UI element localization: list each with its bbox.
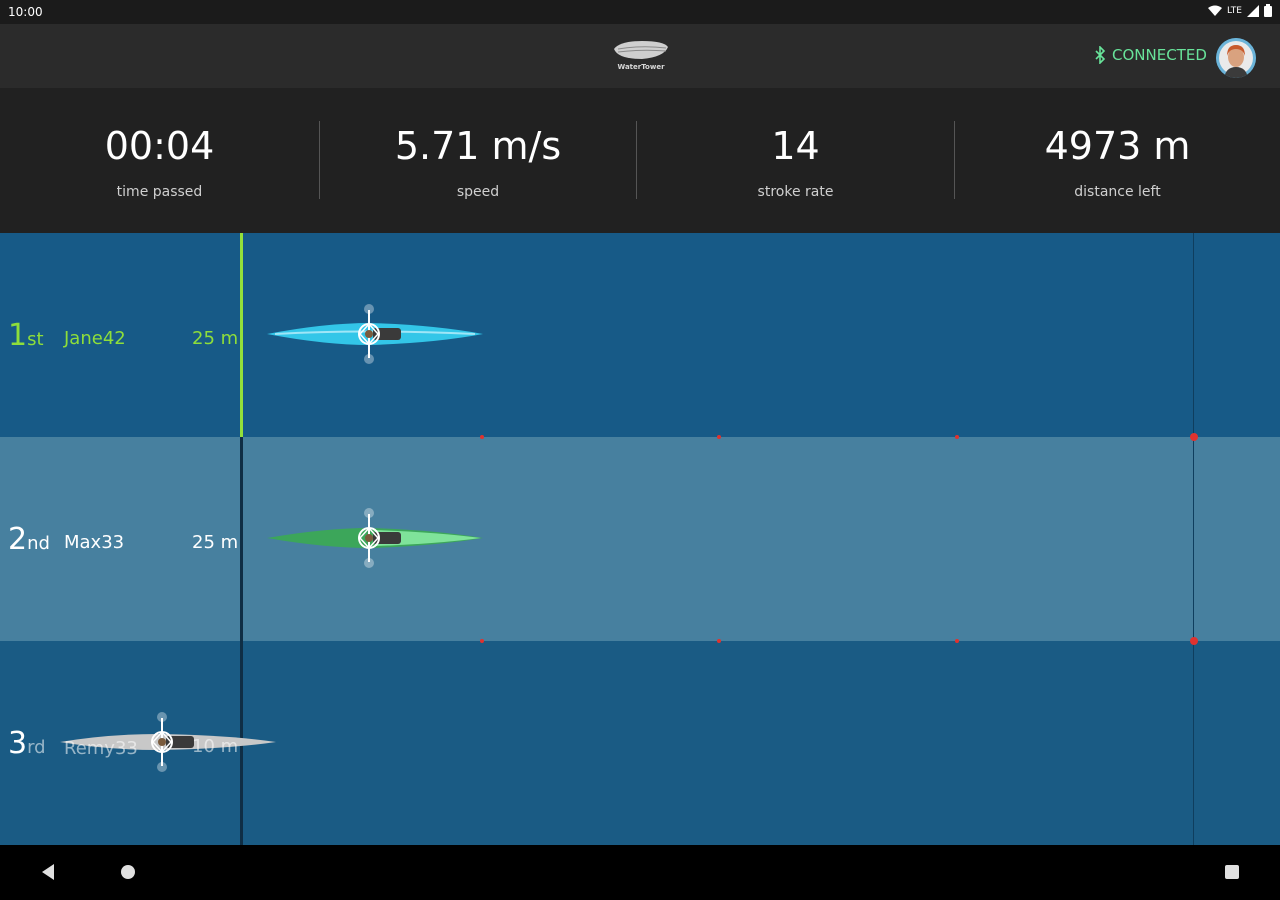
lane-distance: 10 m <box>192 736 239 757</box>
kayak-2 <box>267 508 483 568</box>
leader-line <box>240 233 243 437</box>
stat-time-passed: 00:04 time passed <box>0 88 319 233</box>
network-label: LTE <box>1227 5 1242 16</box>
stat-value: 4973 m <box>1044 124 1191 168</box>
distance-marker <box>480 435 484 439</box>
lane-distance: 25 m <box>192 328 239 349</box>
distance-marker <box>1190 637 1198 645</box>
kayak-1 <box>267 304 483 364</box>
stat-value: 5.71 m/s <box>394 124 562 168</box>
app-bar: WaterTower CONNECTED <box>0 24 1280 88</box>
recents-icon[interactable] <box>1224 863 1240 881</box>
stat-value: 14 <box>771 124 820 168</box>
distance-marker <box>1190 433 1198 441</box>
stat-label: stroke rate <box>757 184 834 200</box>
wifi-icon <box>1208 5 1223 16</box>
lane-racer-name: Max33 <box>64 532 125 553</box>
distance-marker <box>955 639 959 643</box>
logo-text: WaterTower <box>617 63 665 71</box>
stat-value: 00:04 <box>104 124 215 168</box>
user-avatar[interactable] <box>1216 38 1256 78</box>
stat-label: time passed <box>116 184 203 200</box>
lane-distance: 25 m <box>192 532 239 553</box>
status-time: 10:00 <box>8 5 43 19</box>
status-bar: 10:00 LTE <box>0 0 1280 24</box>
distance-marker <box>955 435 959 439</box>
stat-label: speed <box>456 184 500 200</box>
connection-label: CONNECTED <box>1112 46 1207 64</box>
lane-place: 3rd <box>8 726 46 761</box>
boat-logo-icon <box>614 41 668 59</box>
stat-stroke-rate: 14 stroke rate <box>637 88 954 233</box>
distance-marker <box>717 639 721 643</box>
status-icons: LTE <box>1208 4 1272 17</box>
stat-speed: 5.71 m/s speed <box>320 88 636 233</box>
avatar-image <box>1216 38 1256 78</box>
battery-icon <box>1264 4 1272 17</box>
distance-marker <box>480 639 484 643</box>
stats-panel: 00:04 time passed 5.71 m/s speed 14 stro… <box>0 88 1280 233</box>
navigation-bar <box>0 845 1280 900</box>
lane-racer-name: Remy33 <box>64 738 138 759</box>
distance-marker <box>717 435 721 439</box>
bluetooth-icon <box>1095 46 1106 64</box>
signal-icon <box>1247 4 1259 17</box>
finish-line <box>1193 233 1194 845</box>
stat-distance-left: 4973 m distance left <box>955 88 1280 233</box>
home-icon[interactable] <box>120 863 136 881</box>
lane-racer-name: Jane42 <box>64 328 126 349</box>
stat-label: distance left <box>1074 184 1161 200</box>
lane-place: 2nd <box>8 522 50 557</box>
lane-place: 1st <box>8 318 44 353</box>
race-area: 1st Jane42 25 m 2nd Max33 25 m 3rd Remy3… <box>0 233 1280 845</box>
back-icon[interactable] <box>40 863 56 881</box>
app-logo: WaterTower <box>612 39 670 73</box>
connection-status[interactable]: CONNECTED <box>1094 46 1207 64</box>
